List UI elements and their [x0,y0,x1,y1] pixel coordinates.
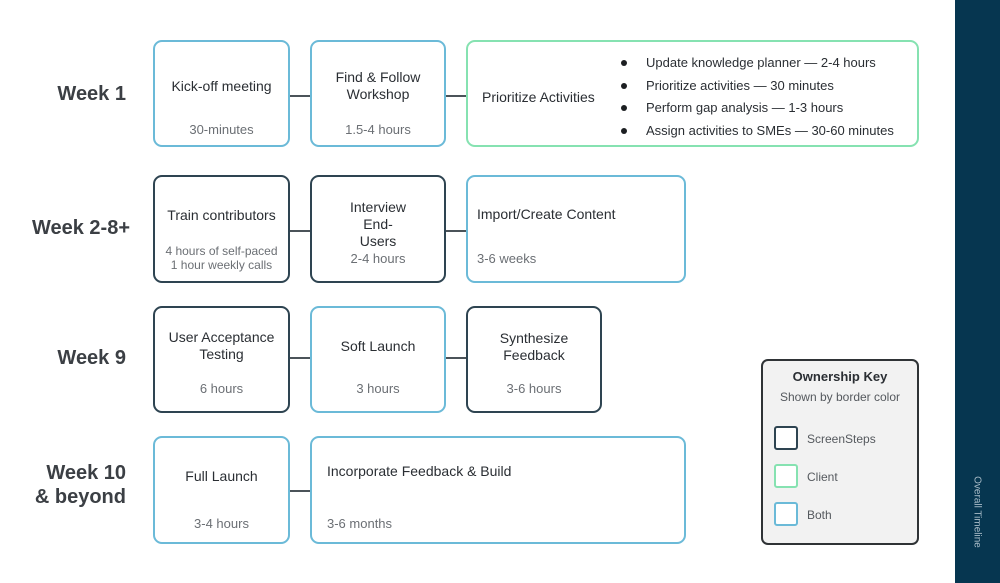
key-label-client: Client [807,470,838,484]
task-title: Kick-off meeting [171,78,272,94]
task-prioritize-activities: Prioritize Activities Update knowledge p… [466,40,919,147]
connector [290,490,310,492]
task-title: Full Launch [185,468,258,484]
key-label-screensteps: ScreenSteps [807,432,876,446]
activity-text: Perform gap analysis — 1-3 hours [646,100,844,115]
key-title: Ownership Key [792,369,888,384]
task-interview-end-users: Interview End-Users 2-4 hours [310,175,446,283]
activity-item: Assign activities to SMEs — 30-60 minute… [618,120,894,143]
task-duration: 3-6 weeks [477,251,537,266]
task-title: Import/Create Content [477,206,616,222]
key-subtitle: Shown by border color [779,390,901,404]
week-label-line-1: Week 10 [46,462,126,484]
connector [446,230,466,232]
task-duration-secondary: 1 hour weekly calls [170,258,273,272]
bullet-icon [621,82,627,89]
activity-item: Perform gap analysis — 1-3 hours [618,97,894,120]
task-import-create-content: Import/Create Content 3-6 weeks [466,175,686,283]
task-title: Soft Launch [340,338,416,354]
activity-item: Prioritize activities — 30 minutes [618,75,894,98]
task-title: Find & Follow Workshop [335,69,421,102]
task-duration: 3-4 hours [194,516,249,531]
activity-text: Update knowledge planner — 2-4 hours [646,55,876,70]
task-title: User Acceptance Testing [168,329,275,362]
activity-text: Prioritize activities — 30 minutes [646,77,834,93]
task-title: Incorporate Feedback & Build [327,463,512,479]
activity-text: Assign activities to SMEs — 30-60 minute… [646,122,894,138]
task-find-follow-workshop: Find & Follow Workshop 1.5-4 hours [310,40,446,147]
connector [290,230,310,232]
task-duration: 6 hours [199,381,244,396]
week-label-week-1: Week 1 [57,83,126,105]
task-duration: 3-6 months [327,516,393,531]
key-label-both: Both [807,508,832,522]
task-title: Interview End-Users [349,199,407,249]
week-label-week-9: Week 9 [57,347,126,369]
task-duration: 3-6 hours [506,381,562,396]
task-duration: 30-minutes [189,122,254,137]
ownership-key: Ownership Key Shown by border color Scre… [761,359,919,545]
connector [290,95,310,97]
task-title: Train contributors [167,207,276,223]
week-label-week-10-beyond: Week 10 & beyond [20,461,126,509]
task-soft-launch: Soft Launch 3 hours [310,306,446,413]
task-duration: 4 hours of self-paced [165,244,278,258]
task-duration: 3 hours [356,381,400,396]
bullet-icon [621,60,627,66]
connector [290,357,310,359]
swatch-client-icon [774,464,798,488]
task-user-acceptance-testing: User Acceptance Testing 6 hours [153,306,290,413]
bullet-icon [621,127,627,134]
week-label-line-2: & beyond [34,486,126,508]
activity-list: Update knowledge planner — 2-4 hours Pri… [618,52,894,142]
task-title: Synthesize Feedback [499,330,569,363]
connector [446,95,466,97]
task-kick-off-meeting: Kick-off meeting 30-minutes [153,40,290,147]
activity-item: Update knowledge planner — 2-4 hours [618,52,894,75]
sidebar: Overall Timeline [955,0,1000,583]
swatch-both-icon [774,502,798,526]
task-full-launch: Full Launch 3-4 hours [153,436,290,544]
task-train-contributors: Train contributors 4 hours of self-paced… [153,175,290,283]
task-synthesize-feedback: Synthesize Feedback 3-6 hours [466,306,602,413]
sidebar-label: Overall Timeline [971,476,983,548]
week-label-week-2-8: Week 2-8+ [31,217,130,239]
task-incorporate-feedback-build: Incorporate Feedback & Build 3-6 months [310,436,686,544]
task-duration: 2-4 hours [350,251,406,266]
task-duration: 1.5-4 hours [345,122,411,137]
bullet-icon [621,105,627,111]
swatch-screensteps-icon [774,426,798,450]
connector [446,357,466,359]
